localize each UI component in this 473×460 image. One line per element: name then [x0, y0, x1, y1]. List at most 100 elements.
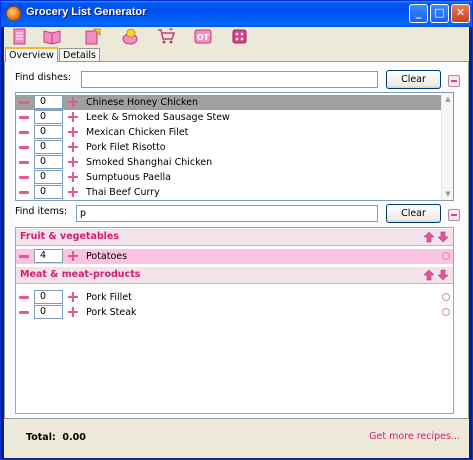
- dice-icon[interactable]: [231, 28, 249, 45]
- minus-icon[interactable]: [19, 161, 29, 164]
- item-name: Pork Steak: [86, 307, 137, 318]
- list-item[interactable]: 0 Sumptuous Paella: [16, 170, 453, 185]
- list-item[interactable]: 0 Pork Filet Risotto: [16, 140, 453, 155]
- plus-icon[interactable]: [68, 251, 78, 261]
- quantity-field[interactable]: 0: [34, 95, 63, 109]
- quantity-field[interactable]: 0: [34, 290, 63, 304]
- minus-icon[interactable]: [19, 116, 29, 119]
- quantity-field[interactable]: 0: [34, 110, 63, 124]
- dish-name: Smoked Shanghai Chicken: [86, 157, 213, 168]
- list-item[interactable]: 0 Pork Steak: [16, 305, 453, 320]
- item-search-input[interactable]: p: [76, 205, 378, 222]
- dish-name: Pork Filet Risotto: [86, 142, 166, 153]
- plus-icon[interactable]: [68, 187, 78, 197]
- plus-icon[interactable]: [68, 97, 78, 107]
- tab-details[interactable]: Details: [59, 48, 100, 62]
- title-bar[interactable]: Grocery List Generator _ □ ✕: [1, 1, 472, 27]
- toolbar: OT: [4, 27, 469, 47]
- quantity-field[interactable]: 0: [34, 140, 63, 154]
- minus-icon[interactable]: [19, 176, 29, 179]
- new-list-icon[interactable]: [11, 28, 29, 45]
- edit-recipe-icon[interactable]: [84, 28, 102, 45]
- quantity-field[interactable]: 4: [34, 249, 63, 263]
- quantity-field[interactable]: 0: [34, 185, 63, 199]
- quantity-field[interactable]: 0: [34, 125, 63, 139]
- move-down-icon[interactable]: [437, 269, 449, 281]
- overview-panel: Find dishes: Clear 0 Chinese Honey Chick…: [4, 61, 469, 419]
- item-name: Potatoes: [86, 251, 128, 262]
- total-value: 0.00: [62, 432, 86, 443]
- client-area: OT Overview Details Find dishes: Clear 0: [4, 27, 469, 458]
- options-text: OT: [197, 33, 210, 42]
- app-window: Grocery List Generator _ □ ✕ OT Overview…: [0, 0, 473, 460]
- dish-name: Mexican Chicken Filet: [86, 127, 189, 138]
- get-more-recipes-link[interactable]: Get more recipes...: [369, 431, 460, 442]
- quantity-field[interactable]: 0: [34, 305, 63, 319]
- dish-list-scrollbar[interactable]: ▲ ▼: [441, 93, 453, 200]
- find-dishes-label: Find dishes:: [15, 72, 72, 83]
- minus-icon[interactable]: [19, 101, 29, 104]
- window-title: Grocery List Generator: [26, 6, 147, 18]
- info-icon[interactable]: [442, 308, 450, 316]
- plus-icon[interactable]: [68, 157, 78, 167]
- info-icon[interactable]: [442, 293, 450, 301]
- ingredients-icon[interactable]: [121, 28, 139, 45]
- list-item[interactable]: 4 Potatoes: [16, 249, 453, 264]
- plus-icon[interactable]: [68, 172, 78, 182]
- total-label: Total:: [26, 432, 56, 443]
- clear-dishes-button[interactable]: Clear: [386, 70, 441, 89]
- minimize-button[interactable]: _: [409, 4, 428, 23]
- list-item[interactable]: 0 Pork Fillet: [16, 290, 453, 305]
- minus-icon[interactable]: [19, 146, 29, 149]
- scroll-up-icon[interactable]: ▲: [443, 93, 453, 105]
- plus-icon[interactable]: [68, 142, 78, 152]
- tab-strip: Overview Details: [4, 47, 469, 62]
- minus-icon[interactable]: [19, 311, 29, 314]
- minus-icon[interactable]: [19, 131, 29, 134]
- category-title: Fruit & vegetables: [20, 231, 120, 242]
- maximize-button[interactable]: □: [430, 4, 449, 23]
- find-items-label: Find items:: [15, 206, 68, 217]
- clear-items-button[interactable]: Clear: [386, 204, 441, 223]
- dish-name: Leek & Smoked Sausage Stew: [86, 112, 230, 123]
- item-name: Pork Fillet: [86, 292, 132, 303]
- plus-icon[interactable]: [68, 127, 78, 137]
- item-list[interactable]: Fruit & vegetables 4 Potatoes Meat & mea…: [15, 227, 454, 414]
- recipe-book-icon[interactable]: [43, 28, 61, 45]
- minus-icon[interactable]: [19, 296, 29, 299]
- total-display: Total: 0.00: [26, 432, 86, 443]
- plus-icon[interactable]: [68, 292, 78, 302]
- close-button[interactable]: ✕: [451, 4, 470, 23]
- scroll-down-icon[interactable]: ▼: [443, 188, 453, 200]
- move-up-icon[interactable]: [423, 231, 435, 243]
- dish-name: Chinese Honey Chicken: [86, 97, 198, 108]
- tab-overview[interactable]: Overview: [5, 47, 58, 62]
- category-title: Meat & meat-products: [20, 269, 141, 280]
- move-up-icon[interactable]: [423, 269, 435, 281]
- list-item[interactable]: 0 Smoked Shanghai Chicken: [16, 155, 453, 170]
- move-down-icon[interactable]: [437, 231, 449, 243]
- collapse-items-button[interactable]: [448, 209, 460, 221]
- dish-name: Thai Beef Curry: [86, 187, 160, 198]
- list-item[interactable]: 0 Thai Beef Curry: [16, 185, 453, 200]
- list-item[interactable]: 0 Mexican Chicken Filet: [16, 125, 453, 140]
- dish-search-input[interactable]: [81, 71, 378, 88]
- quantity-field[interactable]: 0: [34, 170, 63, 184]
- dish-name: Sumptuous Paella: [86, 172, 171, 183]
- minus-icon[interactable]: [19, 191, 29, 194]
- quantity-field[interactable]: 0: [34, 155, 63, 169]
- minus-icon[interactable]: [19, 255, 29, 258]
- options-icon[interactable]: OT: [194, 28, 212, 45]
- cart-icon[interactable]: [157, 28, 176, 45]
- info-icon[interactable]: [442, 252, 450, 260]
- status-bar: Total: 0.00 Get more recipes...: [4, 419, 469, 458]
- plus-icon[interactable]: [68, 307, 78, 317]
- plus-icon[interactable]: [68, 112, 78, 122]
- category-header-fruit-vegetables: Fruit & vegetables: [16, 229, 453, 246]
- list-item[interactable]: 0 Chinese Honey Chicken: [16, 95, 453, 110]
- list-item[interactable]: 0 Leek & Smoked Sausage Stew: [16, 110, 453, 125]
- app-logo-icon: [6, 6, 21, 21]
- dish-list[interactable]: 0 Chinese Honey Chicken 0 Leek & Smoked …: [15, 92, 454, 201]
- collapse-dishes-button[interactable]: [448, 75, 460, 87]
- category-header-meat: Meat & meat-products: [16, 267, 453, 284]
